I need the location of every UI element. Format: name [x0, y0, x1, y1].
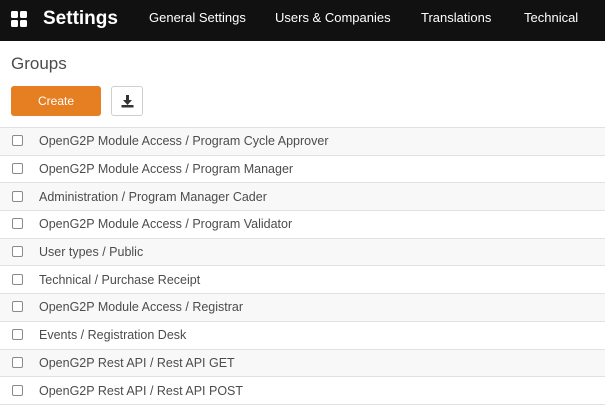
list-row[interactable]: Events / Registration Desk [0, 321, 605, 350]
list-row[interactable]: OpenG2P Module Access / Program Cycle Ap… [0, 128, 605, 156]
list-row[interactable]: Technical / Purchase Receipt [0, 266, 605, 295]
list-row[interactable]: Administration / Program Manager Cader [0, 183, 605, 212]
top-navbar: Settings General Settings Users & Compan… [0, 0, 605, 41]
app-brand[interactable]: Settings [43, 7, 118, 31]
list-row[interactable]: OpenG2P Module Access / Registrar [0, 294, 605, 322]
group-name: Technical / Purchase Receipt [39, 272, 201, 287]
row-checkbox[interactable] [12, 190, 23, 202]
list-row[interactable]: User types / Public [0, 238, 605, 267]
page-title: Groups [11, 54, 67, 73]
row-checkbox[interactable] [12, 356, 23, 368]
group-name: OpenG2P Module Access / Program Manager [39, 162, 294, 177]
list-row[interactable]: OpenG2P Module Access / Program Validato… [0, 211, 605, 239]
group-name: OpenG2P Rest API / Rest API GET [39, 355, 235, 370]
groups-list: OpenG2P Module Access / Program Cycle Ap… [0, 127, 605, 405]
row-checkbox[interactable] [12, 301, 23, 313]
export-button[interactable] [111, 86, 143, 116]
list-row[interactable]: OpenG2P Rest API / Rest API GET [0, 349, 605, 378]
list-row[interactable]: OpenG2P Rest API / Rest API POST [0, 377, 605, 405]
row-checkbox[interactable] [12, 163, 23, 175]
list-row[interactable]: OpenG2P Module Access / Program Manager [0, 155, 605, 184]
group-name: OpenG2P Module Access / Registrar [39, 300, 244, 315]
group-name: User types / Public [39, 245, 144, 260]
group-name: OpenG2P Module Access / Program Validato… [39, 217, 293, 232]
row-checkbox[interactable] [12, 135, 23, 147]
menu-translations[interactable]: Translations [421, 10, 491, 26]
row-checkbox[interactable] [12, 329, 23, 341]
menu-general-settings[interactable]: General Settings [149, 10, 246, 26]
apps-grid-icon[interactable] [11, 11, 27, 27]
menu-users-companies[interactable]: Users & Companies [275, 10, 391, 26]
create-button[interactable]: Create [11, 86, 101, 116]
group-name: OpenG2P Module Access / Program Cycle Ap… [39, 134, 329, 149]
download-icon [121, 95, 134, 108]
row-checkbox[interactable] [12, 273, 23, 285]
row-checkbox[interactable] [12, 218, 23, 230]
group-name: OpenG2P Rest API / Rest API POST [39, 383, 244, 398]
group-name: Events / Registration Desk [39, 328, 187, 343]
row-checkbox[interactable] [12, 384, 23, 396]
row-checkbox[interactable] [12, 246, 23, 258]
group-name: Administration / Program Manager Cader [39, 189, 267, 204]
menu-technical[interactable]: Technical [524, 10, 578, 26]
